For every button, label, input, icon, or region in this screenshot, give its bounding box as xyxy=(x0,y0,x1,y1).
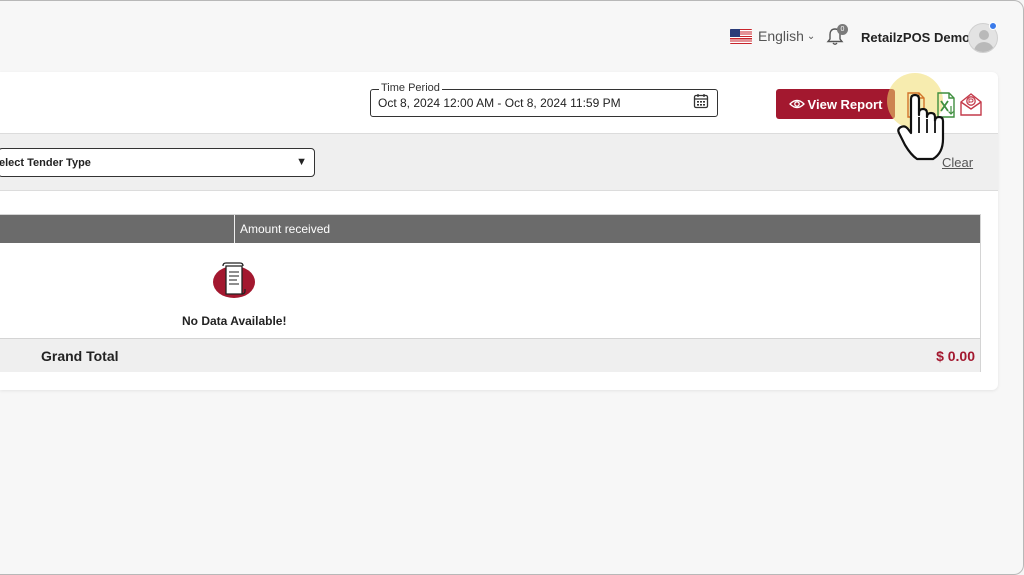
no-data-message: No Data Available! xyxy=(182,314,287,328)
view-report-label: View Report xyxy=(807,96,883,112)
column-divider xyxy=(234,215,235,243)
bell-icon[interactable]: 0 xyxy=(826,24,848,47)
table-header: Amount received xyxy=(0,215,980,243)
top-bar: English ⌄ 0 RetailzPOS Demo xyxy=(0,1,1023,71)
tender-type-select[interactable]: elect Tender Type ▼ xyxy=(0,148,315,177)
eye-icon xyxy=(788,99,805,109)
calendar-icon[interactable] xyxy=(693,93,709,109)
time-period-label: Time Period xyxy=(379,82,442,94)
user-name[interactable]: RetailzPOS Demo xyxy=(861,30,970,45)
excel-export-icon[interactable] xyxy=(935,92,957,118)
pdf-export-icon[interactable] xyxy=(905,92,927,118)
notification-badge: 0 xyxy=(837,24,848,35)
online-status-dot xyxy=(989,22,997,30)
caret-down-icon: ▼ xyxy=(296,156,307,168)
language-selector[interactable]: English ⌄ xyxy=(730,28,815,44)
language-label: English xyxy=(758,28,804,44)
app-frame: English ⌄ 0 RetailzPOS Demo Time Period … xyxy=(0,0,1024,575)
filter-bar: elect Tender Type ▼ Clear xyxy=(0,133,998,191)
tender-type-placeholder: elect Tender Type xyxy=(0,157,91,169)
grand-total-label: Grand Total xyxy=(41,348,119,364)
chevron-down-icon: ⌄ xyxy=(806,30,816,42)
no-data-icon xyxy=(212,262,257,302)
time-period-value[interactable]: Oct 8, 2024 12:00 AM - Oct 8, 2024 11:59… xyxy=(378,96,621,110)
report-card: Time Period Oct 8, 2024 12:00 AM - Oct 8… xyxy=(0,72,998,390)
column-header-amount-received: Amount received xyxy=(240,222,331,236)
flag-us-icon xyxy=(730,28,752,44)
report-table: Amount received No Data Available! Grand… xyxy=(0,214,981,372)
clear-link[interactable]: Clear xyxy=(942,155,973,170)
view-report-button[interactable]: View Report xyxy=(776,89,895,119)
grand-total-value: $ 0.00 xyxy=(936,348,975,364)
email-export-icon[interactable] xyxy=(959,91,983,117)
table-footer: Grand Total $ 0.00 xyxy=(0,338,980,372)
